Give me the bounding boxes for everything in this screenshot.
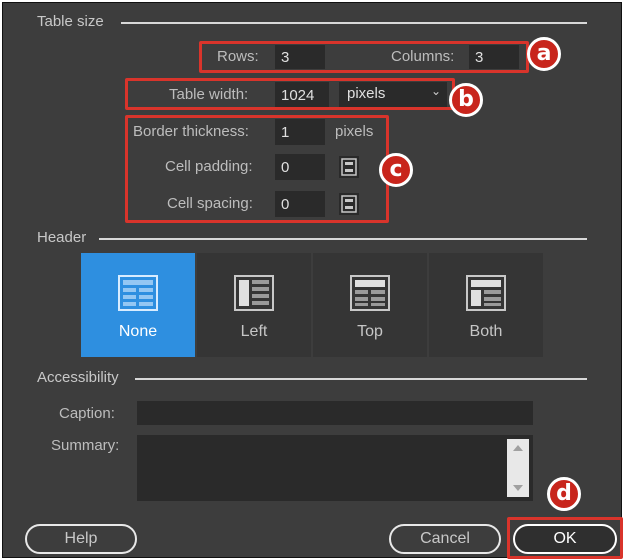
callout-d: d	[547, 477, 581, 511]
summary-label: Summary:	[51, 437, 120, 454]
table-both-header-icon	[466, 275, 506, 311]
highlight-d	[507, 517, 623, 559]
header-top-label: Top	[357, 323, 383, 340]
table-dialog: Table size Rows: Columns: a Table width:…	[2, 2, 623, 559]
header-left-button[interactable]: Left	[197, 253, 311, 357]
header-both-label: Both	[469, 323, 503, 340]
callout-c: c	[379, 153, 413, 187]
caption-input[interactable]	[137, 401, 533, 425]
summary-textarea[interactable]	[137, 435, 533, 501]
table-left-header-icon	[234, 275, 274, 311]
header-left-label: Left	[240, 323, 268, 340]
table-top-header-icon	[350, 275, 390, 311]
table-none-icon	[118, 275, 158, 311]
header-none-label: None	[118, 323, 158, 340]
callout-b: b	[449, 83, 483, 117]
caption-label: Caption:	[59, 405, 115, 422]
header-top-button[interactable]: Top	[313, 253, 427, 357]
header-section-title: Header	[37, 229, 87, 246]
scroll-down-icon[interactable]	[513, 485, 523, 491]
table-size-section-title: Table size	[37, 13, 104, 30]
accessibility-section-title: Accessibility	[37, 369, 119, 386]
scroll-up-icon[interactable]	[513, 445, 523, 451]
callout-a: a	[527, 37, 561, 71]
cancel-button[interactable]: Cancel	[389, 524, 501, 554]
header-both-button[interactable]: Both	[429, 253, 543, 357]
accessibility-divider	[135, 378, 587, 380]
table-size-divider	[121, 22, 587, 24]
highlight-c	[125, 115, 389, 223]
help-button[interactable]: Help	[25, 524, 137, 554]
summary-scrollbar[interactable]	[507, 439, 529, 497]
header-none-button[interactable]: None	[81, 253, 195, 357]
highlight-b	[125, 78, 455, 110]
header-divider	[99, 238, 587, 240]
highlight-a	[199, 41, 529, 73]
